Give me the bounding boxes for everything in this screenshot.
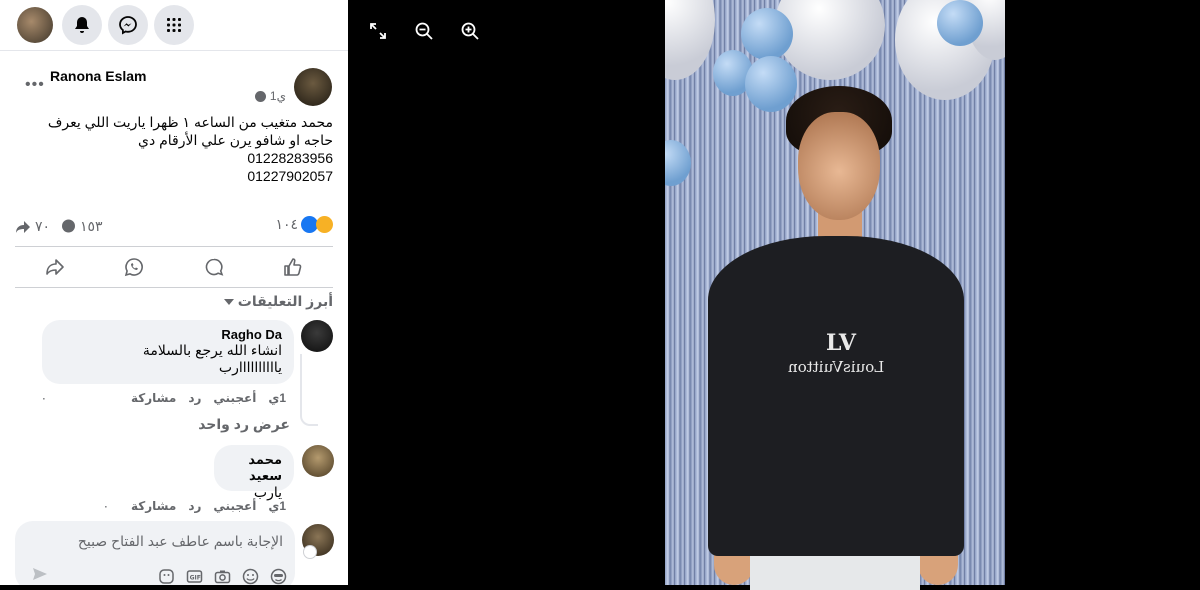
profile-avatar[interactable] bbox=[17, 7, 53, 43]
grid-menu-icon bbox=[167, 18, 181, 32]
gif-icon[interactable]: GIF bbox=[186, 568, 203, 585]
comment-actions: 1ي أعجبني رد مشاركة ٠ bbox=[103, 499, 286, 513]
fullscreen-icon bbox=[370, 23, 386, 39]
post-stats: ٧٠ ١٥٣ ١٠٤ bbox=[15, 216, 333, 238]
share-arrow-icon bbox=[16, 220, 30, 233]
commenter-name[interactable]: Ragho Da bbox=[54, 327, 282, 342]
comment-reply-link[interactable]: رد bbox=[188, 391, 201, 405]
comment-like-count: ٠ bbox=[102, 499, 110, 513]
comment-share-link[interactable]: مشاركة bbox=[131, 499, 176, 513]
reply-thread-line bbox=[300, 354, 318, 426]
shirt-logo: LV bbox=[826, 330, 856, 356]
post-text: محمد متغيب من الساعه ١ ظهرا ياريت اللي ي… bbox=[18, 113, 333, 185]
comment-bubble: محمد سعيد يارب bbox=[214, 445, 294, 500]
sad-reaction-icon bbox=[316, 216, 333, 233]
phone-number: 01228283956 bbox=[247, 150, 333, 166]
comment-actions: 1ي أعجبني رد مشاركة ٠ bbox=[41, 391, 286, 405]
account-switch-icon[interactable] bbox=[303, 545, 317, 559]
person-face bbox=[798, 112, 880, 220]
commenter-avatar[interactable] bbox=[302, 445, 334, 477]
fullscreen-button[interactable] bbox=[367, 20, 389, 42]
emoji-icon[interactable] bbox=[242, 568, 259, 585]
like-button[interactable] bbox=[278, 252, 308, 282]
share-icon bbox=[45, 259, 64, 275]
post-meta: 1ي bbox=[254, 89, 286, 103]
messenger-icon bbox=[119, 16, 137, 35]
whatsapp-button[interactable] bbox=[119, 252, 149, 282]
zoom-out-icon bbox=[415, 22, 433, 40]
camera-icon[interactable] bbox=[214, 568, 231, 585]
zoom-out-button[interactable] bbox=[413, 20, 435, 42]
whatsapp-icon bbox=[125, 258, 144, 277]
comment-text: ياااااااااارب bbox=[218, 359, 282, 375]
messenger-button[interactable] bbox=[108, 5, 148, 45]
reply-placeholder: الإجابة باسم عاطف عبد الفتاح صبيح bbox=[77, 533, 283, 549]
bell-icon bbox=[75, 17, 89, 33]
comment-bubble: Ragho Da انشاء الله يرجع بالسلامة يااااا… bbox=[42, 320, 294, 384]
comment-like-link[interactable]: أعجبني bbox=[213, 499, 256, 513]
caret-down-icon bbox=[223, 298, 234, 305]
avatar-sticker-icon[interactable] bbox=[270, 568, 287, 585]
divider bbox=[15, 246, 333, 247]
commenter-avatar[interactable] bbox=[301, 320, 333, 352]
post-text-line: محمد متغيب من الساعه ١ ظهرا ياريت اللي ي… bbox=[47, 114, 333, 148]
thumbs-up-icon bbox=[284, 258, 302, 276]
post-actions bbox=[15, 252, 333, 282]
share-button[interactable] bbox=[40, 252, 70, 282]
reply-tools: GIF bbox=[158, 568, 287, 585]
balloon bbox=[665, 0, 715, 80]
comment-time[interactable]: 1ي bbox=[268, 391, 286, 405]
menu-button[interactable] bbox=[154, 5, 194, 45]
balloon bbox=[937, 0, 983, 46]
post-author-avatar[interactable] bbox=[294, 68, 332, 106]
comment-bubble-icon bbox=[62, 219, 75, 233]
more-options-icon[interactable]: ••• bbox=[25, 76, 45, 94]
post-author-name[interactable]: Ranona Eslam bbox=[50, 68, 146, 84]
balloon bbox=[745, 56, 797, 112]
notifications-button[interactable] bbox=[62, 5, 102, 45]
comment-reply-link[interactable]: رد bbox=[188, 499, 201, 513]
send-icon bbox=[33, 568, 47, 580]
sticker-icon[interactable] bbox=[158, 568, 175, 585]
comment-share-link[interactable]: مشاركة bbox=[131, 391, 176, 405]
comment-icon bbox=[205, 258, 224, 276]
zoom-in-icon bbox=[461, 22, 479, 40]
shares-count[interactable]: ٧٠ bbox=[15, 218, 50, 235]
person-shirt bbox=[708, 236, 964, 556]
phone-number: 01227902057 bbox=[247, 168, 333, 184]
balloon bbox=[665, 140, 691, 186]
comment-like-link[interactable]: أعجبني bbox=[213, 391, 256, 405]
comments-count[interactable]: ١٥٣ bbox=[61, 218, 103, 235]
shirt-print-text: LouisVuitton bbox=[788, 358, 885, 376]
zoom-in-button[interactable] bbox=[459, 20, 481, 42]
comment-time[interactable]: 1ي bbox=[268, 499, 286, 513]
comment-like-count: ٠ bbox=[40, 391, 48, 405]
view-replies-link[interactable]: عرض رد واحد bbox=[198, 416, 290, 433]
top-bar bbox=[0, 0, 348, 51]
balloon bbox=[741, 8, 793, 60]
post-time[interactable]: 1ي bbox=[270, 89, 286, 103]
send-button[interactable] bbox=[32, 567, 48, 585]
post-panel: Ranona Eslam ••• 1ي محمد متغيب من الساعه… bbox=[0, 0, 348, 585]
divider bbox=[15, 287, 333, 288]
commenter-name[interactable]: محمد سعيد bbox=[226, 452, 282, 484]
comment-text: انشاء الله يرجع بالسلامة bbox=[142, 342, 282, 358]
comment-button[interactable] bbox=[199, 252, 229, 282]
svg-text:GIF: GIF bbox=[190, 574, 201, 581]
comment-sort-dropdown[interactable]: أبرز التعليقات bbox=[223, 293, 333, 310]
reactions-summary[interactable]: ١٠٤ bbox=[275, 216, 333, 233]
globe-icon bbox=[254, 90, 266, 102]
